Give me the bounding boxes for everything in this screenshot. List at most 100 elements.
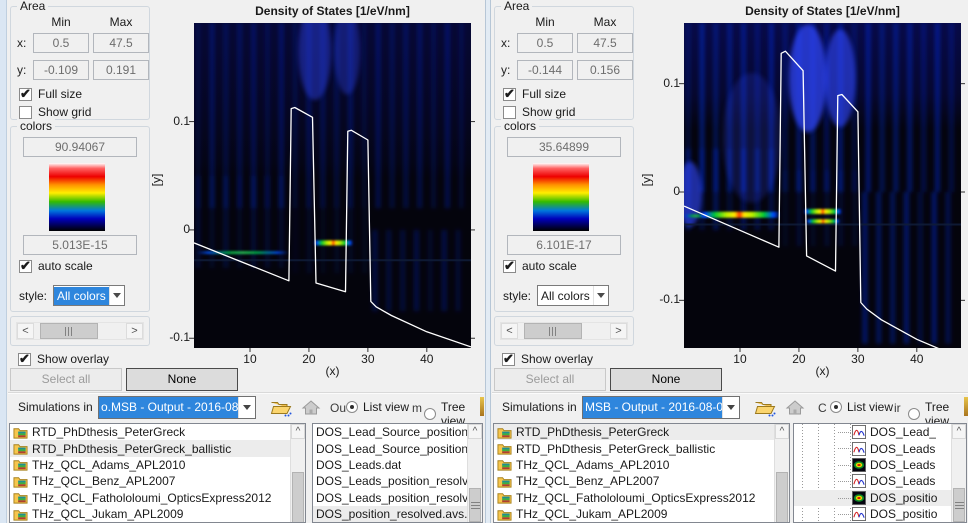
simulations-combobox[interactable]: MSB - Output - 2016-08-09 <box>582 396 740 419</box>
hscroll-thumb[interactable] <box>524 323 582 339</box>
folder-list-item[interactable]: RTD_PhDthesis_PeterGreck <box>10 424 290 440</box>
max-column-header: Max <box>577 15 633 29</box>
show-overlay-checkbox[interactable]: Show overlay <box>18 352 109 366</box>
list-vscrollbar[interactable]: ^ <box>774 424 789 522</box>
x-max-field[interactable] <box>577 33 633 53</box>
y-max-field[interactable] <box>93 60 149 80</box>
style-select[interactable]: All colors <box>537 285 609 306</box>
file-list-item[interactable]: DOS_Lead_Source_position_ <box>313 424 467 440</box>
open-folder-icon[interactable] <box>270 398 292 417</box>
color-min-field[interactable] <box>23 235 137 255</box>
folder-list-item[interactable]: THz_QCL_Benz_APL2007 <box>10 473 290 489</box>
folder-list-item[interactable]: THz_QCL_Jukam_APL2009 <box>494 506 774 522</box>
y-row-label: y: <box>17 63 26 77</box>
clipped-text-fragment: m <box>412 401 422 415</box>
vscroll-thumb[interactable] <box>292 472 304 523</box>
show-overlay-checkbox[interactable]: Show overlay <box>502 352 593 366</box>
colors-groupbox: colors auto scale style: All colors <box>494 126 634 312</box>
simulations-combobox[interactable]: o.MSB - Output - 2016-08-09 <box>98 396 256 419</box>
list-vscrollbar[interactable]: ^ <box>951 424 966 522</box>
list-vscrollbar[interactable]: ^ <box>467 424 482 522</box>
density-plot[interactable]: [y] (x) 102030400.10-0.1 <box>684 23 961 348</box>
show-grid-checkbox[interactable]: Show grid <box>503 105 575 119</box>
tree-file-item[interactable]: DOS_positio <box>794 506 951 522</box>
y-tick-label: 0.1 <box>650 76 680 90</box>
folder-list-item[interactable]: THz_QCL_Jukam_APL2009 <box>10 506 290 522</box>
density-heatmap[interactable] <box>684 23 961 348</box>
scroll-left-button[interactable]: < <box>501 323 518 339</box>
plot-title: Density of States [1/eV/nm] <box>684 4 961 18</box>
radio-label: List view <box>847 400 893 414</box>
scroll-up-button[interactable]: ^ <box>291 424 305 439</box>
full-size-checkbox[interactable]: Full size <box>19 87 82 101</box>
folder-list-item[interactable]: THz_QCL_Fathololoumi_OpticsExpress2012 <box>494 490 774 506</box>
list-item-label: THz_QCL_Fathololoumi_OpticsExpress2012 <box>516 491 755 505</box>
scroll-right-button[interactable]: > <box>610 323 627 339</box>
color-max-field[interactable] <box>23 137 137 157</box>
file-list-item[interactable]: DOS_Leads_position_resolve <box>313 473 467 489</box>
plot-hscrollbar[interactable]: < > <box>16 322 144 340</box>
list-view-radio[interactable]: List view <box>346 400 409 414</box>
scroll-left-button[interactable]: < <box>17 323 34 339</box>
style-select[interactable]: All colors <box>53 285 125 306</box>
full-size-checkbox[interactable]: Full size <box>503 87 566 101</box>
color-max-field[interactable] <box>507 137 621 157</box>
folder-list-item[interactable]: THz_QCL_Benz_APL2007 <box>494 473 774 489</box>
simulation-folder-list[interactable]: RTD_PhDthesis_PeterGreckRTD_PhDthesis_Pe… <box>9 423 306 523</box>
list-vscrollbar[interactable]: ^ <box>290 424 305 522</box>
vscroll-thumb[interactable] <box>776 472 788 523</box>
output-file-tree[interactable]: DOS_Lead_DOS_LeadsDOS_LeadsDOS_LeadsDOS_… <box>793 423 967 523</box>
scroll-up-button[interactable]: ^ <box>468 424 482 439</box>
hscroll-track[interactable] <box>34 323 126 339</box>
y-tick-label: 0 <box>160 222 190 236</box>
folder-list-item[interactable]: RTD_PhDthesis_PeterGreck_ballistic <box>10 440 290 456</box>
tree-file-item[interactable]: DOS_Leads <box>794 473 951 489</box>
list-item-label: DOS_Leads_position_resolve <box>316 491 467 505</box>
tree-file-item[interactable]: DOS_positio <box>794 490 951 506</box>
y-min-field[interactable] <box>517 60 573 80</box>
panel-divider[interactable] <box>484 0 492 523</box>
vscroll-thumb[interactable] <box>469 488 481 522</box>
y-min-field[interactable] <box>33 60 89 80</box>
tree-file-item[interactable]: DOS_Leads <box>794 457 951 473</box>
folder-list-item[interactable]: THz_QCL_Adams_APL2010 <box>494 457 774 473</box>
y-max-field[interactable] <box>577 60 633 80</box>
auto-scale-checkbox[interactable]: auto scale <box>19 259 93 273</box>
file-list-item[interactable]: DOS_position_resolved.avs.fl <box>313 506 467 522</box>
x-max-field[interactable] <box>93 33 149 53</box>
file-list-item[interactable]: DOS_Leads_position_resolve <box>313 490 467 506</box>
scroll-up-button[interactable]: ^ <box>952 424 966 439</box>
auto-scale-checkbox[interactable]: auto scale <box>503 259 577 273</box>
select-all-button[interactable]: Select all <box>494 368 606 391</box>
open-folder-icon[interactable] <box>754 398 776 417</box>
home-icon[interactable] <box>785 398 807 417</box>
select-all-button[interactable]: Select all <box>10 368 122 391</box>
output-file-list[interactable]: DOS_Lead_Source_position_DOS_Lead_Source… <box>312 423 483 523</box>
tree-file-item[interactable]: DOS_Lead_ <box>794 424 951 440</box>
show-grid-checkbox[interactable]: Show grid <box>19 105 91 119</box>
list-view-radio[interactable]: List view <box>830 400 893 414</box>
simulation-folder-list[interactable]: RTD_PhDthesis_PeterGreckRTD_PhDthesis_Pe… <box>493 423 790 523</box>
plot-hscrollbar[interactable]: < > <box>500 322 628 340</box>
x-min-field[interactable] <box>517 33 573 53</box>
plot-scroll-groupbox: < > <box>10 316 150 346</box>
file-list-item[interactable]: DOS_Leads.dat <box>313 457 467 473</box>
density-plot[interactable]: [y] (x) 102030400.10-0.1 <box>194 23 471 348</box>
hscroll-track[interactable] <box>518 323 610 339</box>
folder-list-item[interactable]: THz_QCL_Fathololoumi_OpticsExpress2012 <box>10 490 290 506</box>
tree-file-item[interactable]: DOS_Leads <box>794 440 951 456</box>
scroll-right-button[interactable]: > <box>126 323 143 339</box>
scroll-up-button[interactable]: ^ <box>775 424 789 439</box>
folder-icon <box>497 442 512 455</box>
x-min-field[interactable] <box>33 33 89 53</box>
home-icon[interactable] <box>301 398 323 417</box>
folder-list-item[interactable]: RTD_PhDthesis_PeterGreck_ballistic <box>494 440 774 456</box>
simulations-toolbar: Simulations in MSB - Output - 2016-08-09… <box>492 396 968 420</box>
hscroll-thumb[interactable] <box>40 323 98 339</box>
color-min-field[interactable] <box>507 235 621 255</box>
folder-list-item[interactable]: THz_QCL_Adams_APL2010 <box>10 457 290 473</box>
file-list-item[interactable]: DOS_Lead_Source_position_ <box>313 440 467 456</box>
density-heatmap[interactable] <box>194 23 471 348</box>
folder-list-item[interactable]: RTD_PhDthesis_PeterGreck <box>494 424 774 440</box>
vscroll-thumb[interactable] <box>953 488 965 522</box>
